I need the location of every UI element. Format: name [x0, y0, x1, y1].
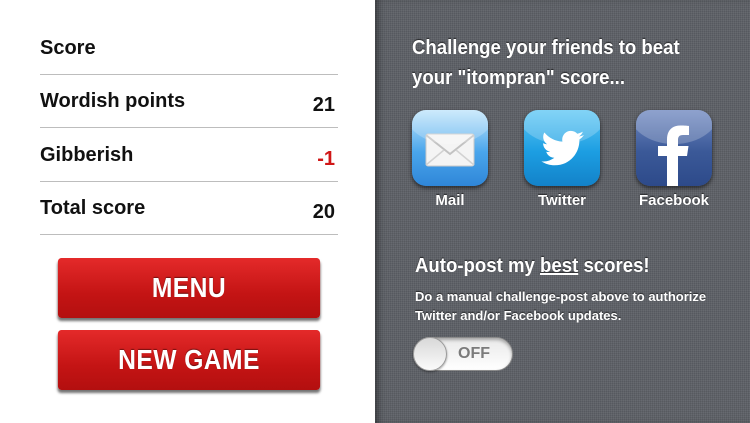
- twitter-label: Twitter: [537, 192, 587, 209]
- wordish-points-value: 21: [312, 94, 335, 116]
- gibberish-value: -1: [317, 148, 335, 170]
- new-game-button[interactable]: NEW GAME: [57, 330, 321, 390]
- autopost-suffix: scores!: [578, 255, 650, 277]
- challenge-text: Challenge your friends to beat your "ito…: [412, 37, 680, 89]
- twitter-icon[interactable]: [524, 110, 600, 186]
- autopost-prefix: Auto-post my: [415, 255, 541, 277]
- mail-icon[interactable]: [412, 110, 488, 186]
- share-mail-button[interactable]: Mail: [410, 110, 490, 209]
- score-panel: Score Wordish points 21 Gibberish -1 Tot…: [0, 0, 375, 423]
- autopost-toggle[interactable]: OFF: [413, 337, 513, 371]
- score-header-row: Score: [40, 22, 338, 75]
- facebook-icon[interactable]: [636, 110, 712, 186]
- total-score-label: Total score: [40, 197, 146, 219]
- toggle-state-label: OFF: [458, 345, 490, 362]
- score-heading: Score: [40, 37, 96, 59]
- wordish-points-row: Wordish points 21: [40, 75, 338, 128]
- gibberish-label: Gibberish: [40, 144, 134, 166]
- share-twitter-button[interactable]: Twitter: [522, 110, 602, 209]
- mail-label: Mail: [435, 192, 465, 209]
- menu-button[interactable]: MENU: [57, 258, 321, 318]
- wordish-points-label: Wordish points: [40, 90, 186, 112]
- toggle-knob[interactable]: [413, 337, 447, 371]
- total-score-row: Total score 20: [40, 182, 338, 235]
- gibberish-row: Gibberish -1: [40, 129, 338, 182]
- autopost-emphasis: best: [540, 255, 579, 277]
- autopost-heading: Auto-post my best scores!: [415, 255, 650, 278]
- share-panel: Challenge your friends to beat your "ito…: [375, 0, 750, 423]
- facebook-label: Facebook: [638, 192, 710, 209]
- autopost-note: Do a manual challenge-post above to auth…: [415, 289, 707, 323]
- total-score-value: 20: [312, 201, 335, 223]
- share-facebook-button[interactable]: Facebook: [634, 110, 714, 209]
